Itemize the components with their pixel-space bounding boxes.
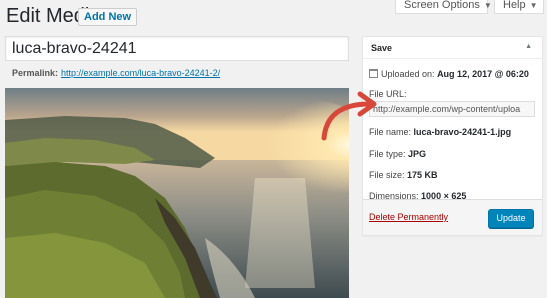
file-size-value: 175 KB — [407, 170, 438, 180]
file-type-value: JPG — [408, 149, 427, 159]
uploaded-value: Aug 12, 2017 @ 06:20 — [437, 69, 529, 79]
file-size: File size: 175 KB — [369, 170, 438, 180]
save-box-header[interactable]: Save ▲ — [363, 37, 542, 59]
file-type-label: File type: — [369, 149, 406, 159]
add-new-button[interactable]: Add New — [78, 8, 138, 26]
screen-options-label: Screen Options — [404, 0, 480, 11]
dropdown-caret-icon: ▼ — [483, 1, 492, 10]
collapse-caret-icon[interactable]: ▲ — [525, 43, 532, 50]
update-button[interactable]: Update — [488, 209, 534, 228]
file-name: File name: luca-bravo-24241-1.jpg — [369, 127, 511, 137]
uploaded-on: Uploaded on: Aug 12, 2017 @ 06:20 — [369, 69, 529, 79]
file-name-value: luca-bravo-24241-1.jpg — [413, 127, 512, 137]
dropdown-caret-icon: ▼ — [529, 1, 538, 10]
edit-media-page: Edit Media Add New Screen Options ▼ Help ▼… — [0, 0, 547, 298]
media-photo — [5, 88, 349, 298]
media-title-input[interactable] — [5, 36, 349, 61]
uploaded-label: Uploaded on: — [381, 69, 435, 79]
permalink: Permalink: http://example.com/luca-bravo-… — [12, 68, 220, 78]
calendar-icon — [369, 69, 378, 78]
help-button[interactable]: Help ▼ — [494, 0, 544, 14]
annotation-arrow — [321, 91, 377, 141]
save-box-footer: Delete Permanently Update — [363, 199, 542, 235]
permalink-link[interactable]: http://example.com/luca-bravo-24241-2/ — [61, 68, 220, 78]
delete-permanently-link[interactable]: Delete Permanently — [369, 212, 448, 222]
save-box-heading: Save — [371, 43, 393, 53]
file-url-field[interactable] — [369, 101, 535, 117]
file-size-label: File size: — [369, 170, 405, 180]
screen-options-button[interactable]: Screen Options ▼ — [395, 0, 492, 14]
save-box: Save ▲ Uploaded on: Aug 12, 2017 @ 06:20… — [362, 36, 543, 236]
file-type: File type: JPG — [369, 149, 426, 159]
media-image — [5, 88, 349, 298]
help-label: Help — [503, 0, 526, 11]
permalink-label: Permalink: — [12, 68, 59, 78]
